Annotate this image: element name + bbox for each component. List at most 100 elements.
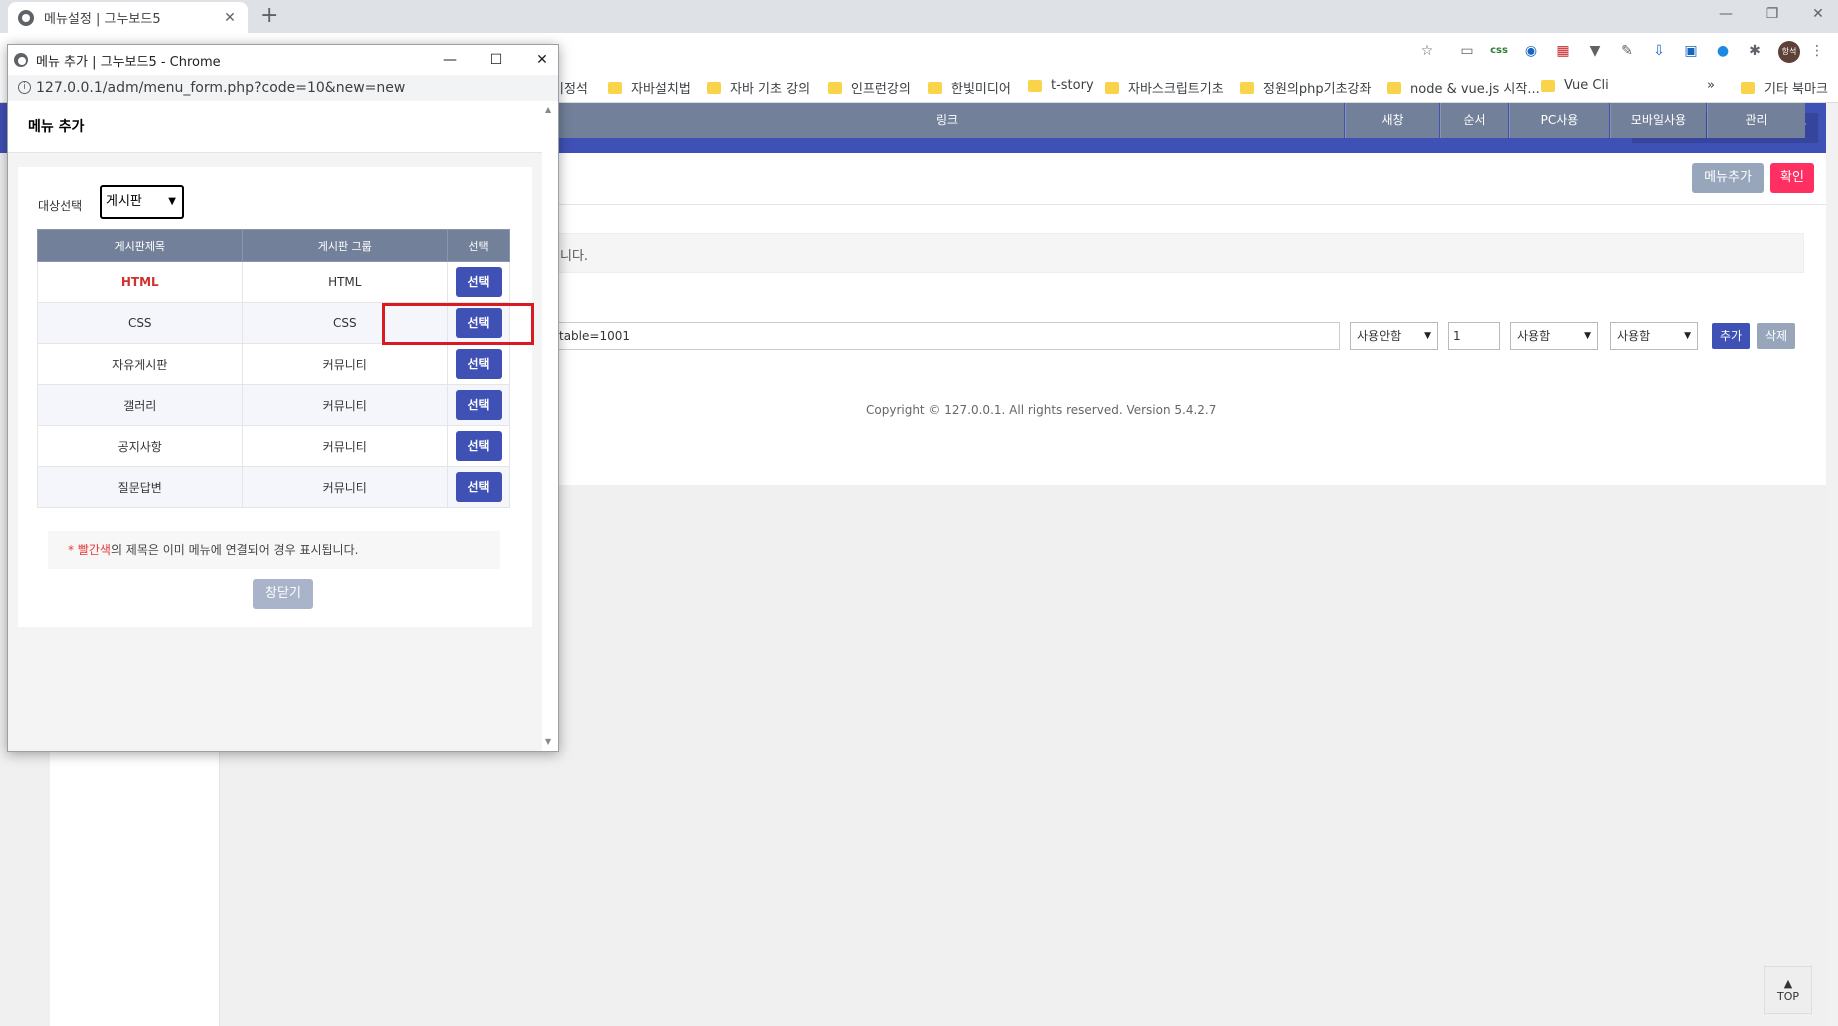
close-window-icon[interactable]: ✕ <box>1795 0 1838 30</box>
table-row: 공지사항 커뮤니티 선택 <box>37 425 510 467</box>
board-table: 게시판제목 게시판 그룹 선택 HTML HTML 선택 CSS CSS 선택 <box>37 229 510 508</box>
eyedropper-icon[interactable]: ✎ <box>1618 42 1636 60</box>
puzzle-icon[interactable]: ✱ <box>1746 42 1764 60</box>
note-text: 의 제목은 이미 메뉴에 연결되어 경우 표시됩니다. <box>110 543 359 557</box>
pc-use-select[interactable]: 사용함 <box>1510 322 1598 350</box>
new-window-select[interactable]: 사용안함 <box>1350 322 1438 350</box>
bookmark-item[interactable]: t-story <box>1028 78 1094 93</box>
header-order: 순서 <box>1440 103 1508 138</box>
cast-icon[interactable]: ▭ <box>1458 42 1476 60</box>
table-row: 갤러리 커뮤니티 선택 <box>37 384 510 426</box>
bookmark-item[interactable]: 인프런강의 <box>828 78 911 97</box>
select-button[interactable]: 선택 <box>455 390 502 420</box>
vue-extension-icon[interactable]: ▼ <box>1586 42 1604 60</box>
folder-icon <box>707 81 721 94</box>
row-add-button[interactable]: 추가 <box>1712 323 1750 349</box>
folder-icon <box>1387 81 1401 94</box>
confirm-button[interactable]: 확인 <box>1770 163 1814 193</box>
table-row: 자유게시판 커뮤니티 선택 <box>37 343 510 385</box>
board-group: 커뮤니티 <box>241 466 449 508</box>
mobile-use-select[interactable]: 사용함 <box>1610 322 1698 350</box>
scroll-up-icon[interactable]: ▲ <box>545 105 551 114</box>
popup-panel: 대상선택 게시판 게시판제목 게시판 그룹 선택 HTML HTML 선택 <box>18 167 532 627</box>
star-icon[interactable]: ☆ <box>1418 42 1436 60</box>
browser-tab[interactable]: 메뉴설정 | 그누보드5 ✕ <box>8 2 248 33</box>
notice-text: 니다. <box>560 249 589 264</box>
board-group: 커뮤니티 <box>241 425 449 467</box>
scroll-down-icon[interactable]: ▼ <box>545 737 551 746</box>
popup-note: * 빨간색의 제목은 이미 메뉴에 연결되어 경우 표시됩니다. <box>48 531 500 569</box>
page-scrollbar[interactable] <box>1826 103 1838 1026</box>
menu-add-popup-window: 메뉴 추가 | 그누보드5 - Chrome — ☐ ✕ i 127.0.0.1… <box>7 44 559 752</box>
popup-address-bar[interactable]: i 127.0.0.1/adm/menu_form.php?code=10&ne… <box>8 75 558 101</box>
bookmark-item[interactable]: node & vue.js 시작... <box>1387 78 1540 97</box>
more-menu-icon[interactable]: ⋮ <box>1808 42 1826 60</box>
menu-add-button[interactable]: 메뉴추가 <box>1692 163 1764 193</box>
minimize-icon[interactable]: — <box>1703 0 1749 30</box>
note-extension-icon[interactable]: ▣ <box>1682 42 1700 60</box>
download-extension-icon[interactable]: ⇩ <box>1650 42 1668 60</box>
order-input[interactable]: 1 <box>1448 322 1500 350</box>
target-select-label: 대상선택 <box>38 199 83 213</box>
header-board-group: 게시판 그룹 <box>241 229 449 262</box>
note-prefix: * <box>68 543 78 557</box>
new-tab-button[interactable]: + <box>260 4 278 28</box>
select-button[interactable]: 선택 <box>455 267 502 297</box>
folder-icon <box>828 81 842 94</box>
header-select: 선택 <box>447 229 510 262</box>
sidebar <box>50 748 220 1026</box>
calendar-extension-icon[interactable]: ▦ <box>1554 42 1572 60</box>
table-row: 질문답변 커뮤니티 선택 <box>37 466 510 508</box>
highlight-box <box>382 303 534 345</box>
popup-scrollbar[interactable]: ▲ ▼ <box>542 101 558 751</box>
row-delete-button[interactable]: 삭제 <box>1757 323 1795 349</box>
popup-window-title: 메뉴 추가 | 그누보드5 - Chrome <box>36 54 221 70</box>
bookmark-item[interactable]: 자바설치법 <box>608 78 691 97</box>
folder-icon <box>608 81 622 94</box>
scroll-top-button[interactable]: ▲ TOP <box>1764 966 1812 1014</box>
popup-maximize-icon[interactable]: ☐ <box>473 45 519 75</box>
select-button[interactable]: 선택 <box>455 349 502 379</box>
folder-icon <box>928 81 942 94</box>
note-red-word: 빨간색 <box>77 543 111 557</box>
board-title: 질문답변 <box>37 466 243 508</box>
close-tab-icon[interactable]: ✕ <box>222 10 238 26</box>
popup-body: 메뉴 추가 대상선택 게시판 게시판제목 게시판 그룹 선택 HTML HTML… <box>8 101 558 751</box>
edge-extension-icon[interactable]: ◉ <box>1522 42 1540 60</box>
board-title: 공지사항 <box>37 425 243 467</box>
popup-close-icon[interactable]: ✕ <box>519 45 565 75</box>
select-button[interactable]: 선택 <box>455 431 502 461</box>
bookmark-item[interactable]: 자바스크립트기초 <box>1105 78 1224 97</box>
header-link: 링크 <box>550 103 1344 138</box>
folder-icon <box>1741 81 1755 94</box>
select-button[interactable]: 선택 <box>455 472 502 502</box>
restore-icon[interactable]: ❐ <box>1749 0 1795 30</box>
folder-icon <box>1541 79 1555 92</box>
bookmark-item[interactable]: 자바 기초 강의 <box>707 78 810 97</box>
board-group: 커뮤니티 <box>241 343 449 385</box>
board-group: HTML <box>241 261 449 303</box>
board-title: 자유게시판 <box>37 343 243 385</box>
top-label: TOP <box>1776 990 1799 1003</box>
bookmark-item[interactable]: 정원의php기초강좌 <box>1240 78 1371 97</box>
popup-minimize-icon[interactable]: — <box>427 45 473 75</box>
info-icon[interactable]: i <box>18 81 31 94</box>
target-select[interactable]: 게시판 <box>100 185 184 219</box>
bookmarks-overflow-button[interactable]: » <box>1707 78 1715 93</box>
link-input[interactable]: table=1001 <box>550 322 1340 350</box>
bookmark-item[interactable]: 한빛미디어 <box>928 78 1011 97</box>
profile-avatar[interactable]: 항석 <box>1778 41 1800 63</box>
globe-icon <box>18 9 34 26</box>
folder-icon <box>1105 81 1119 94</box>
header-board-title: 게시판제목 <box>37 229 243 262</box>
header-mobile-use: 모바일사용 <box>1610 103 1706 138</box>
other-bookmarks[interactable]: 기타 북마크 <box>1741 78 1828 97</box>
browser-tab-bar: 메뉴설정 | 그누보드5 ✕ + — ❐ ✕ <box>0 0 1838 33</box>
board-title: CSS <box>37 302 243 344</box>
bookmark-item[interactable]: Vue Cli <box>1541 78 1609 93</box>
sphere-extension-icon[interactable]: ● <box>1714 42 1732 60</box>
folder-icon <box>1240 81 1254 94</box>
css-extension-icon[interactable]: css <box>1490 42 1508 60</box>
close-window-button[interactable]: 창닫기 <box>253 579 313 609</box>
copyright-text: Copyright © 127.0.0.1. All rights reserv… <box>866 403 1217 417</box>
